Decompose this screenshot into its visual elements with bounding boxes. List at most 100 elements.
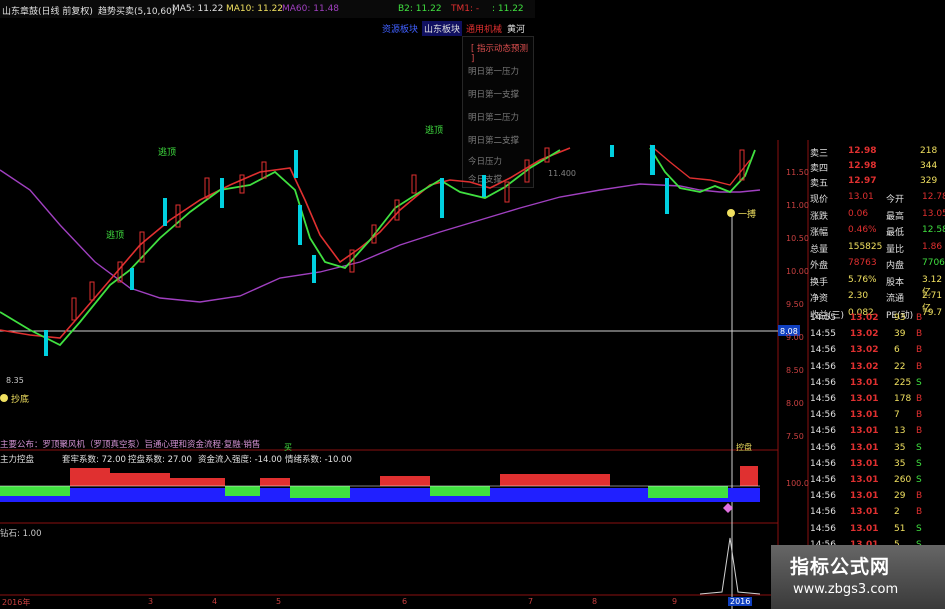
diamond-spike-line bbox=[699, 537, 761, 595]
date-tick: 5 bbox=[276, 597, 282, 606]
tick-time: 14:56 bbox=[810, 394, 836, 404]
stat-value: 0.46% bbox=[848, 225, 877, 235]
tick-time: 14:56 bbox=[810, 442, 836, 453]
tick-row: 14:56 13.01 13 B bbox=[810, 426, 945, 440]
tick-row: 14:56 13.02 6 B bbox=[810, 345, 945, 359]
tick-row: 14:55 13.02 93 B bbox=[810, 313, 945, 327]
tick-volume: 39 bbox=[894, 329, 906, 340]
tick-row: 14:56 13.01 35 S bbox=[810, 443, 945, 457]
stat-label: 净资 bbox=[810, 294, 829, 304]
ask-price: 12.98 bbox=[848, 161, 877, 171]
low-price-label: 8.35 bbox=[6, 376, 24, 385]
stat-label: 内盘 bbox=[886, 261, 905, 271]
tick-row: 14:56 13.01 260 S bbox=[810, 475, 945, 489]
stat-label: 涨跌 bbox=[810, 211, 829, 222]
tick-volume: 178 bbox=[894, 394, 912, 404]
tick-row: 14:56 13.01 51 S bbox=[810, 524, 945, 538]
stat-row: 外盘 78763 内盘 77062 bbox=[810, 258, 945, 272]
stat-row: 现价 13.01 今开 12.78 bbox=[810, 192, 945, 206]
date-tick-current: 2016 bbox=[728, 597, 753, 606]
indicator-marker-control: 控盘 bbox=[736, 442, 752, 452]
gamble-label: 一搏 bbox=[738, 208, 756, 220]
tick-time: 14:56 bbox=[810, 426, 836, 437]
tick-side: B bbox=[916, 507, 923, 518]
tick-row: 14:56 13.01 35 S bbox=[810, 459, 945, 473]
tick-time: 14:56 bbox=[810, 507, 836, 518]
tick-time: 14:56 bbox=[810, 458, 836, 469]
ask-row: 卖三 12.98 218 bbox=[810, 146, 945, 160]
tick-price: 13.01 bbox=[850, 426, 879, 437]
ask-label: 卖三 bbox=[810, 149, 829, 159]
buy-marker-icon bbox=[727, 209, 735, 217]
stat-label: 今开 bbox=[886, 195, 905, 205]
tick-time: 14:56 bbox=[810, 345, 836, 356]
tick-time: 14:56 bbox=[810, 475, 836, 485]
tick-time: 14:56 bbox=[810, 361, 836, 372]
tick-volume: 225 bbox=[894, 377, 912, 388]
stat-label: 现价 bbox=[810, 195, 829, 205]
stat-row: 换手 5.76% 股本 3.12亿 bbox=[810, 274, 945, 298]
tick-side: B bbox=[916, 329, 923, 340]
tick-row: 14:56 13.02 22 B bbox=[810, 362, 945, 376]
tick-time: 14:56 bbox=[810, 410, 836, 421]
watermark-title: 指标公式网 bbox=[790, 556, 891, 578]
stat-value: 1.86 bbox=[922, 241, 943, 252]
tick-row: 14:56 13.01 225 S bbox=[810, 378, 945, 392]
ask-label: 卖五 bbox=[810, 179, 829, 189]
tick-side: B bbox=[916, 345, 923, 356]
ask-volume: 218 bbox=[920, 146, 938, 156]
tick-time: 14:56 bbox=[810, 523, 836, 534]
stat-value: 12.78 bbox=[922, 192, 945, 202]
tick-volume: 7 bbox=[894, 410, 900, 421]
tick-volume: 35 bbox=[894, 442, 906, 453]
indicator-marker-buy: 买 bbox=[284, 443, 292, 452]
ask-price: 12.98 bbox=[848, 146, 877, 156]
stat-row: 涨跌 0.06 最高 13.05 bbox=[810, 209, 945, 223]
tick-price: 13.01 bbox=[850, 394, 879, 404]
date-tick: 3 bbox=[148, 597, 154, 606]
stat-row: 总量 155825 量比 1.86 bbox=[810, 242, 945, 256]
tick-time: 14:55 bbox=[810, 329, 836, 340]
tick-price: 13.01 bbox=[850, 458, 879, 469]
ma5-line bbox=[0, 149, 561, 347]
tick-side: S bbox=[916, 377, 922, 388]
coef-readout: 套牢系数: 72.00 bbox=[62, 455, 126, 465]
tick-volume: 260 bbox=[894, 475, 912, 485]
tick-side: S bbox=[916, 442, 922, 453]
stat-value: 2.30 bbox=[848, 291, 869, 301]
tick-row: 14:56 13.01 178 B bbox=[810, 394, 945, 408]
indicator-name[interactable]: 主力控盘 bbox=[0, 453, 34, 465]
tick-price: 13.02 bbox=[850, 313, 879, 323]
tick-price: 13.02 bbox=[850, 361, 879, 372]
fund-readout: 资金流入强度: -14.00 bbox=[198, 455, 282, 465]
tick-price: 13.01 bbox=[850, 475, 879, 485]
stat-label: 最高 bbox=[886, 211, 905, 222]
tick-side: S bbox=[916, 458, 922, 469]
tick-volume: 22 bbox=[894, 361, 906, 372]
stat-value: 5.76% bbox=[848, 274, 877, 285]
tick-price: 13.01 bbox=[850, 507, 879, 518]
tick-price: 13.01 bbox=[850, 491, 879, 502]
stat-label: 涨幅 bbox=[810, 228, 829, 238]
tick-volume: 2 bbox=[894, 507, 900, 518]
stat-label: 流通 bbox=[886, 294, 905, 304]
stat-value: 13.05 bbox=[922, 208, 945, 219]
tick-side: B bbox=[916, 491, 923, 502]
stat-value: 155825 bbox=[848, 241, 883, 252]
tick-side: B bbox=[916, 410, 923, 421]
quote-panel: 卖三 12.98 218 卖四 12.98 344 卖五 12.97 329 现价 13.01 今开 1… bbox=[778, 140, 945, 595]
tick-side: B bbox=[916, 394, 923, 404]
indicator-caption: 主要公布：罗顶聚风机（罗顶真空泵）旨通心理和资金流程·复融·销售 bbox=[0, 440, 261, 450]
stat-label: 外盘 bbox=[810, 261, 829, 271]
tick-volume: 13 bbox=[894, 426, 906, 437]
tick-price: 13.01 bbox=[850, 377, 879, 388]
emotion-readout: 情绪系数: -10.00 bbox=[285, 455, 352, 465]
diamond-indicator-label[interactable]: 钻石: 1.00 bbox=[0, 527, 42, 539]
tick-time: 14:56 bbox=[810, 377, 836, 388]
watermark-url: www.zbgs3.com bbox=[793, 582, 899, 597]
stat-label: 总量 bbox=[810, 244, 829, 255]
date-tick: 6 bbox=[402, 597, 408, 606]
stat-row: 净资 2.30 流通 2.71亿 bbox=[810, 291, 945, 314]
ask-volume: 329 bbox=[920, 176, 938, 186]
date-tick: 2016年 bbox=[2, 598, 31, 607]
